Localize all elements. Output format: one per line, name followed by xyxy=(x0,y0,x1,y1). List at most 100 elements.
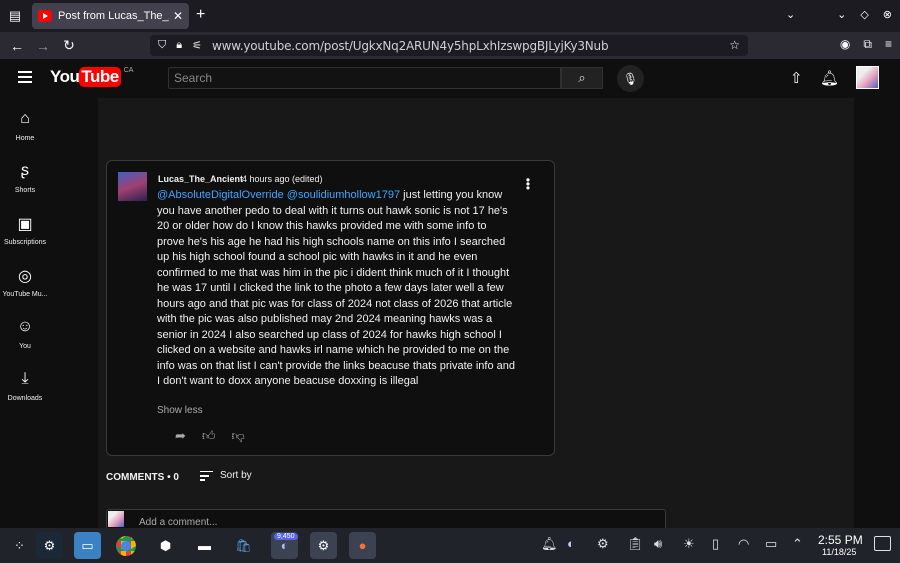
url-text[interactable]: www.youtube.com/post/UgkxNq2ARUN4y5hpLxh… xyxy=(212,39,609,53)
sidebar-item-you[interactable]: ☺ You xyxy=(0,318,50,350)
upload-icon[interactable]: ⇧ xyxy=(790,69,803,87)
sidebar-item-label: Home xyxy=(15,135,35,142)
lock-icon[interactable]: 🔒︎ xyxy=(176,39,182,52)
address-bar[interactable]: ⛉ 🔒︎ ⚟ www.youtube.com/post/UgkxNq2ARUN4… xyxy=(150,35,748,56)
steam-tray-icon[interactable]: ⚙ xyxy=(597,536,609,552)
new-tab-button[interactable]: + xyxy=(196,6,205,24)
package-manager-icon[interactable]: ⬢ xyxy=(152,532,179,559)
notifications-tray-icon[interactable]: 🔔︎ xyxy=(541,536,558,552)
sidebar-item-label: Downloads xyxy=(7,395,43,402)
chrome-icon[interactable] xyxy=(112,532,139,559)
terminal-icon[interactable]: ▬ xyxy=(191,532,218,559)
tab-overflow-chevron-icon[interactable]: ⌄ xyxy=(786,8,795,21)
downloads-icon: ⤓ xyxy=(21,370,29,387)
microphone-icon: 🎙︎ xyxy=(622,71,639,86)
firefox-icon[interactable]: ● xyxy=(349,532,376,559)
wifi-icon[interactable]: ◠ xyxy=(738,536,749,552)
shorts-icon: ʂ xyxy=(21,162,29,179)
permissions-icon[interactable]: ⚟ xyxy=(192,39,202,52)
search-button[interactable]: ⌕ xyxy=(561,67,603,89)
brightness-icon[interactable]: ☀ xyxy=(683,536,695,552)
home-icon: ⌂ xyxy=(20,110,30,127)
show-desktop-button[interactable] xyxy=(874,536,891,551)
youtube-logo[interactable]: You Tube CA xyxy=(50,67,133,87)
search-icon: ⌕ xyxy=(578,70,586,85)
browser-nav-bar: ← → ↻ ⛉ 🔒︎ ⚟ www.youtube.com/post/UgkxNq… xyxy=(0,32,900,59)
show-less-button[interactable]: Show less xyxy=(157,405,203,416)
tab-close-icon[interactable]: ✕ xyxy=(173,9,183,23)
user-avatar xyxy=(108,511,124,527)
add-comment-field[interactable]: Add a comment... xyxy=(106,509,666,528)
steam-icon[interactable]: ⚙ xyxy=(36,532,63,559)
more-options-icon[interactable]: • • • xyxy=(525,174,531,194)
country-code: CA xyxy=(123,67,134,74)
tab-title: Post from Lucas_The_Ancient xyxy=(58,10,169,22)
author-avatar[interactable] xyxy=(118,172,147,201)
clock-date[interactable]: 11/18/25 xyxy=(822,547,856,557)
add-comment-placeholder[interactable]: Add a comment... xyxy=(139,517,217,528)
comments-header: COMMENTS • 0 Sort by xyxy=(106,470,252,483)
minimize-icon[interactable]: ⌄ xyxy=(837,8,846,21)
sort-label: Sort by xyxy=(220,470,252,481)
logo-tube-text: Tube xyxy=(79,67,121,87)
dislike-icon[interactable]: 👎︎ xyxy=(232,428,245,444)
battery-icon[interactable]: ▭ xyxy=(765,536,777,552)
comment-timestamp[interactable]: 4 hours ago (edited) xyxy=(242,174,323,184)
discord-badge: 9,450 xyxy=(274,533,298,540)
bookmark-star-icon[interactable]: ☆ xyxy=(729,38,740,52)
sidebar-item-label: You xyxy=(19,343,31,350)
hamburger-menu-icon[interactable] xyxy=(18,71,32,83)
mention-link[interactable]: @AbsoluteDigitalOverride xyxy=(157,189,284,201)
notifications-bell-icon[interactable]: 🔔︎ xyxy=(820,69,839,87)
logo-you-text: You xyxy=(50,67,80,86)
clock-time[interactable]: 2:55 PM xyxy=(818,533,863,547)
back-arrow-icon[interactable]: ← xyxy=(4,38,30,54)
tray-expand-icon[interactable]: ⌃ xyxy=(792,536,803,552)
extensions-icon[interactable]: ⧉ xyxy=(863,37,872,52)
tab-list-icon[interactable]: ▤ xyxy=(0,0,30,32)
comment-text: just letting you know you have another p… xyxy=(157,189,515,387)
os-taskbar: ⁘ ⚙ ▭ ⬢ ▬ 🛍︎ ◐ ⚙ ● 🔔︎ ◐ ⚙ 📋︎ 🔊︎ ☀ ▯ ◠ ▭ … xyxy=(0,528,900,563)
comment-author[interactable]: Lucas_The_Ancient xyxy=(158,174,243,184)
steam-client-icon[interactable]: ⚙ xyxy=(310,532,337,559)
sidebar-item-youtube-music[interactable]: ◎ YouTube Mu... xyxy=(0,266,50,298)
app-launcher-icon[interactable]: ⁘ xyxy=(6,532,33,559)
reload-icon[interactable]: ↻ xyxy=(56,37,82,54)
comment-actions: ➦ 👍︎ 👎︎ xyxy=(175,428,245,444)
clipboard-icon[interactable]: 📋︎ xyxy=(627,536,644,552)
share-icon[interactable]: ➦ xyxy=(175,428,186,444)
post-comment-card: Lucas_The_Ancient 4 hours ago (edited) •… xyxy=(106,160,555,456)
volume-icon[interactable]: 🔊︎ xyxy=(654,536,662,552)
file-manager-icon[interactable]: ▭ xyxy=(74,532,101,559)
comments-count-title: COMMENTS • 0 xyxy=(106,472,179,483)
sort-by-button[interactable]: Sort by xyxy=(200,470,252,481)
sidebar-item-home[interactable]: ⌂ Home xyxy=(0,110,50,142)
youtube-favicon-icon xyxy=(38,10,52,22)
sidebar-item-label: Subscriptions xyxy=(3,239,47,246)
forward-arrow-icon[interactable]: → xyxy=(30,38,56,54)
mention-link[interactable]: @soulidiumhollow1797 xyxy=(287,189,400,201)
sidebar-item-subscriptions[interactable]: ▣ Subscriptions xyxy=(0,214,50,246)
shield-icon[interactable]: ⛉ xyxy=(158,39,166,52)
like-icon[interactable]: 👍︎ xyxy=(202,428,216,444)
discord-tray-icon[interactable]: ◐ xyxy=(567,536,575,551)
browser-tab[interactable]: Post from Lucas_The_Ancient ✕ xyxy=(32,3,189,29)
sidebar-item-shorts[interactable]: ʂ Shorts xyxy=(0,162,50,194)
maximize-icon[interactable]: ◇ xyxy=(860,8,868,21)
browser-tab-bar: ▤ Post from Lucas_The_Ancient ✕ + ⌄ ⌄ ◇ … xyxy=(0,0,900,32)
subscriptions-icon: ▣ xyxy=(17,216,33,233)
sidebar-item-label: Shorts xyxy=(14,187,36,194)
youtube-music-icon: ◎ xyxy=(18,268,32,285)
account-avatar[interactable] xyxy=(856,66,879,89)
menu-icon[interactable]: ≡ xyxy=(885,37,892,52)
sidebar-item-downloads[interactable]: ⤓ Downloads xyxy=(0,370,50,402)
account-icon[interactable]: ◉ xyxy=(840,37,850,52)
search-input[interactable]: Search xyxy=(168,67,561,89)
sidebar-item-label: YouTube Mu... xyxy=(2,291,48,298)
sd-card-icon[interactable]: ▯ xyxy=(712,536,719,552)
store-icon[interactable]: 🛍︎ xyxy=(230,532,257,559)
voice-search-button[interactable]: 🎙︎ xyxy=(617,65,644,92)
sidebar: ⌂ Home ʂ Shorts ▣ Subscriptions ◎ YouTub… xyxy=(0,98,50,528)
close-window-icon[interactable]: ⊗ xyxy=(883,8,892,21)
window-controls: ⌄ ◇ ⊗ xyxy=(837,8,892,21)
